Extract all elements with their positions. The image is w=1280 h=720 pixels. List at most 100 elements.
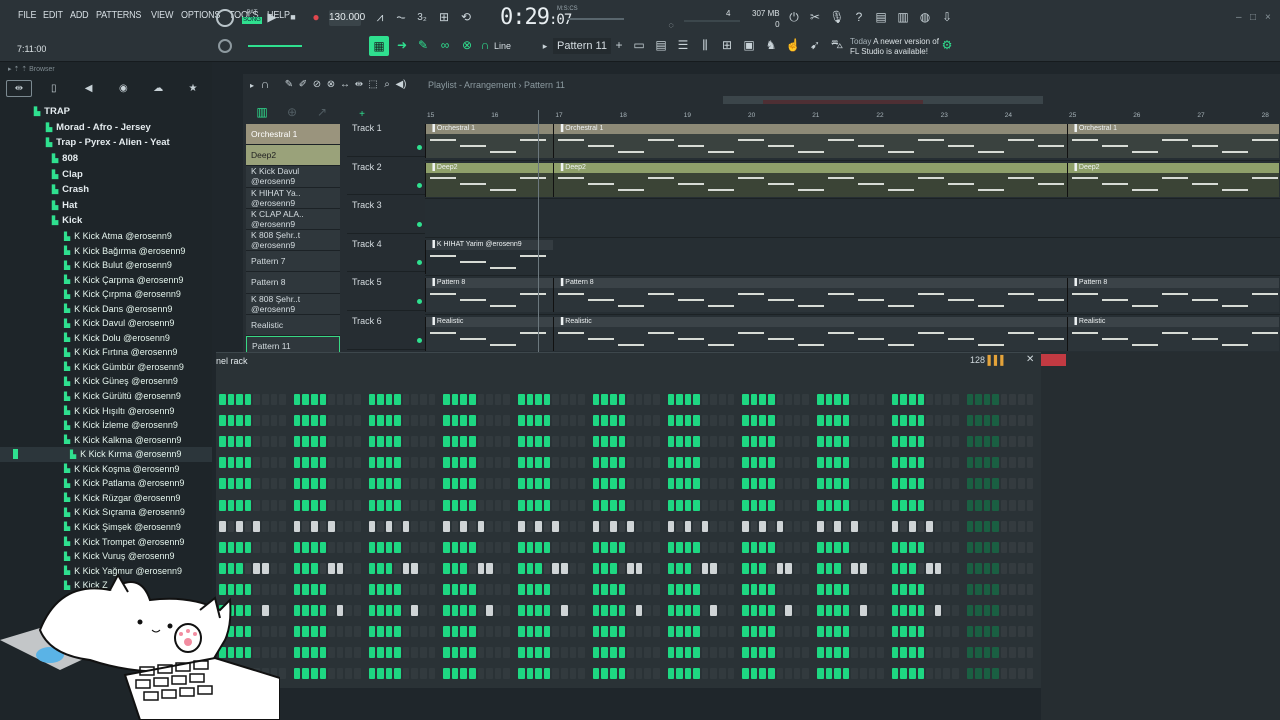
step-button[interactable]: [601, 394, 608, 406]
step-button[interactable]: [825, 478, 833, 490]
step-button[interactable]: [693, 478, 700, 490]
step-button[interactable]: [486, 436, 493, 448]
step-button[interactable]: [420, 436, 427, 448]
step-button[interactable]: [877, 415, 884, 427]
step-button[interactable]: [578, 415, 585, 427]
step-button[interactable]: [776, 415, 784, 427]
step-button[interactable]: [900, 626, 907, 638]
step-button[interactable]: [652, 604, 660, 616]
step-button[interactable]: [428, 668, 436, 680]
step-button[interactable]: [345, 626, 352, 638]
step-button[interactable]: [742, 499, 749, 511]
step-button[interactable]: [310, 520, 318, 532]
step-button[interactable]: [486, 647, 493, 659]
step-button[interactable]: [578, 457, 585, 469]
step-button[interactable]: [934, 604, 942, 616]
step-button[interactable]: [345, 394, 352, 406]
step-button[interactable]: [385, 520, 393, 532]
step-button[interactable]: [900, 415, 907, 427]
step-button[interactable]: [328, 668, 335, 680]
news-panel[interactable]: Today A newer version of FL Studio is av…: [850, 37, 939, 57]
step-button[interactable]: [270, 520, 278, 532]
track-header[interactable]: Track 1: [347, 118, 425, 157]
step-button[interactable]: [859, 604, 867, 616]
step-button[interactable]: [394, 520, 401, 532]
step-button[interactable]: [917, 478, 925, 490]
step-button[interactable]: [601, 583, 608, 595]
mixer-icon[interactable]: ✂: [808, 10, 822, 24]
step-button[interactable]: [802, 647, 809, 659]
step-button[interactable]: [353, 668, 361, 680]
step-button[interactable]: [302, 520, 309, 532]
step-button[interactable]: [293, 415, 301, 427]
step-button[interactable]: [802, 436, 809, 448]
step-button[interactable]: [710, 562, 718, 574]
step-button[interactable]: [635, 457, 643, 469]
step-button[interactable]: [219, 415, 226, 427]
step-button[interactable]: [742, 478, 749, 490]
step-button[interactable]: [592, 499, 600, 511]
step-button[interactable]: [503, 394, 510, 406]
step-button[interactable]: [877, 541, 884, 553]
step-button[interactable]: [652, 541, 660, 553]
step-button[interactable]: [802, 394, 809, 406]
step-button[interactable]: [851, 415, 858, 427]
clip-deep[interactable]: ▐ Deep2: [553, 162, 1067, 197]
step-button[interactable]: [302, 562, 309, 574]
step-button[interactable]: [1018, 478, 1025, 490]
step-button[interactable]: [460, 626, 468, 638]
step-button[interactable]: [842, 436, 850, 448]
step-button[interactable]: [411, 562, 419, 574]
step-button[interactable]: [279, 541, 286, 553]
track-led[interactable]: [417, 221, 422, 227]
step-button[interactable]: [992, 583, 999, 595]
step-button[interactable]: [261, 394, 269, 406]
track-led[interactable]: [417, 298, 422, 304]
step-button[interactable]: [1026, 562, 1034, 574]
step-button[interactable]: [560, 436, 568, 448]
step-button[interactable]: [1009, 541, 1017, 553]
step-button[interactable]: [966, 583, 974, 595]
step-button[interactable]: [750, 520, 758, 532]
draw-tool-icon[interactable]: ✎: [283, 78, 295, 90]
master-volume-knob[interactable]: [216, 9, 234, 27]
step-button[interactable]: [719, 457, 726, 469]
step-button[interactable]: [319, 604, 327, 616]
step-button[interactable]: [293, 626, 301, 638]
step-button[interactable]: [601, 520, 608, 532]
step-button[interactable]: [1026, 541, 1034, 553]
step-button[interactable]: [261, 415, 269, 427]
step-button[interactable]: [451, 541, 459, 553]
browser-file[interactable]: ▙ K Kick Şimşek @erosenn9: [0, 520, 212, 535]
step-button[interactable]: [353, 541, 361, 553]
step-button[interactable]: [368, 394, 376, 406]
browser-file[interactable]: ▙ K Kick Çırpma @erosenn9: [0, 287, 212, 302]
step-button[interactable]: [701, 583, 709, 595]
step-button[interactable]: [868, 415, 876, 427]
step-button[interactable]: [802, 520, 809, 532]
step-button[interactable]: [983, 562, 991, 574]
step-button[interactable]: [768, 394, 775, 406]
step-button[interactable]: [983, 668, 991, 680]
step-button[interactable]: [943, 541, 950, 553]
step-button[interactable]: [543, 499, 551, 511]
chat-icon[interactable]: ◍: [918, 10, 932, 24]
step-button[interactable]: [951, 394, 959, 406]
step-button[interactable]: [750, 668, 758, 680]
step-button[interactable]: [368, 415, 376, 427]
step-button[interactable]: [934, 668, 942, 680]
step-button[interactable]: [742, 668, 749, 680]
step-button[interactable]: [394, 562, 401, 574]
step-button[interactable]: [793, 668, 801, 680]
step-button[interactable]: [859, 499, 867, 511]
clip-real[interactable]: ▐ Realistic: [553, 317, 1067, 351]
step-button[interactable]: [469, 415, 476, 427]
step-button[interactable]: [891, 647, 899, 659]
step-button[interactable]: [451, 478, 459, 490]
step-button[interactable]: [635, 394, 643, 406]
step-button[interactable]: [768, 520, 775, 532]
step-button[interactable]: [719, 541, 726, 553]
step-button[interactable]: [943, 436, 950, 448]
step-button[interactable]: [992, 394, 999, 406]
step-button[interactable]: [552, 415, 559, 427]
